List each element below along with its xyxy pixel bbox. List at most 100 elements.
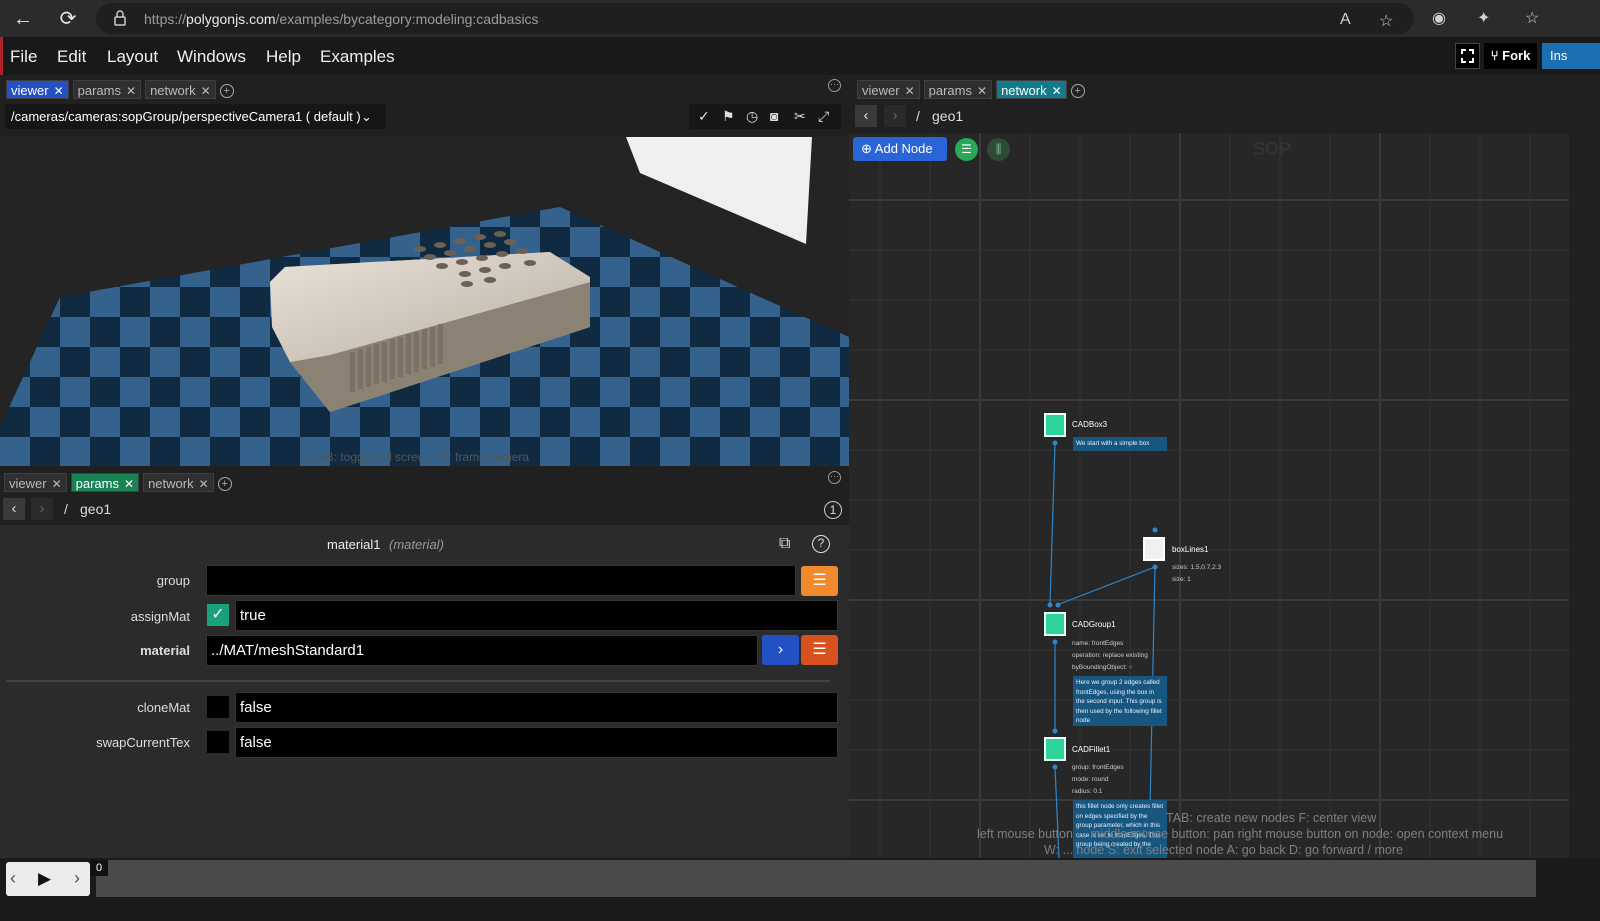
node-cadbox3[interactable] xyxy=(1044,413,1066,437)
clonemat-field[interactable]: false xyxy=(235,692,838,723)
close-icon[interactable]: ✕ xyxy=(52,477,62,491)
camera-select[interactable]: /cameras/cameras:sopGroup/perspectiveCam… xyxy=(5,104,386,129)
menu-edit[interactable]: Edit xyxy=(57,47,86,67)
tab-network[interactable]: network ✕ xyxy=(145,80,216,99)
group-menu-button[interactable]: ☰ xyxy=(801,566,838,596)
ins-button[interactable]: Ins xyxy=(1542,43,1600,69)
address-bar[interactable]: https://polygonjs.com/examples/bycategor… xyxy=(96,3,1414,34)
extensions-icon[interactable]: ✦ xyxy=(1477,8,1490,28)
read-aloud-icon[interactable]: A xyxy=(1340,11,1351,29)
panel-options-icon[interactable]: ··· xyxy=(828,79,841,92)
favorite-star-icon[interactable]: ☆ xyxy=(1379,11,1393,31)
tab-params[interactable]: params ✕ xyxy=(70,473,140,492)
node-param: radius: 0.1 xyxy=(1072,788,1103,795)
params-view-button[interactable]: ⫼ xyxy=(987,138,1010,161)
node-cadfillet1[interactable] xyxy=(1044,737,1066,761)
menu-help[interactable]: Help xyxy=(266,47,301,67)
node-cadgroup1[interactable] xyxy=(1044,612,1066,636)
assignmat-field[interactable]: true xyxy=(235,600,838,631)
clock-icon[interactable]: ◷ xyxy=(746,108,758,125)
node-path[interactable]: geo1 xyxy=(80,501,111,517)
back-button[interactable]: ‹ xyxy=(3,498,25,520)
expand-icon[interactable]: ⤢ xyxy=(818,108,829,125)
timeline-track[interactable] xyxy=(96,860,1536,897)
network-path[interactable]: geo1 xyxy=(932,108,963,124)
node-name-cadfillet1: CADFillet1 xyxy=(1072,745,1111,754)
menu-layout[interactable]: Layout xyxy=(107,47,158,67)
play-button[interactable]: ▶ xyxy=(38,869,51,889)
param-label-material: material xyxy=(140,643,190,658)
tab-params[interactable]: params ✕ xyxy=(72,80,142,99)
chevron-right-icon: › xyxy=(777,641,784,658)
list-view-button[interactable]: ☰ xyxy=(955,138,978,161)
node-param: byBoundingObject: ○ xyxy=(1072,664,1133,671)
close-icon[interactable]: ✕ xyxy=(201,84,211,98)
close-icon[interactable]: ✕ xyxy=(977,84,987,98)
plus-circle-icon: ⊕ xyxy=(861,141,875,156)
chevron-down-icon: ⌄ xyxy=(361,109,372,124)
add-tab-icon[interactable]: + xyxy=(217,476,232,491)
forward-button[interactable]: › xyxy=(884,105,906,127)
close-icon[interactable]: ✕ xyxy=(905,84,915,98)
swapcurrenttex-field[interactable]: false xyxy=(235,727,838,758)
viewer-toolbar: ✓ ⚑ ◷ ◙ ✂ ⤢ xyxy=(689,104,841,129)
fullscreen-button[interactable] xyxy=(1455,43,1480,69)
material-menu-button[interactable]: ☰ xyxy=(801,635,838,665)
check-icon[interactable]: ✓ xyxy=(698,108,710,125)
node-note-cadbox3: We start with a simple box xyxy=(1073,437,1167,451)
tab-network[interactable]: network ✕ xyxy=(996,80,1067,99)
material-field[interactable]: ../MAT/meshStandard1 xyxy=(206,635,758,666)
node-network-editor[interactable]: SOP CADBox3 We start with a simple box b… xyxy=(849,133,1569,858)
flag-icon[interactable]: ⚑ xyxy=(722,108,735,125)
menu-windows[interactable]: Windows xyxy=(177,47,246,67)
node-boxlines1[interactable] xyxy=(1143,537,1165,561)
close-icon[interactable]: ✕ xyxy=(54,84,64,98)
menu-examples[interactable]: Examples xyxy=(320,47,395,67)
node-param: mode: round xyxy=(1072,776,1109,783)
3d-viewport[interactable]: Ctrl+B: toggle full screen / F: frame ca… xyxy=(0,137,849,466)
camera-icon[interactable]: ◙ xyxy=(770,108,778,124)
panel-options-icon[interactable]: ··· xyxy=(828,471,841,484)
go-to-node-button[interactable]: › xyxy=(762,635,799,665)
add-tab-icon[interactable]: + xyxy=(219,83,234,98)
fork-button[interactable]: ⑂ Fork xyxy=(1484,43,1537,69)
help-icon[interactable]: ? xyxy=(812,535,830,553)
tab-viewer[interactable]: viewer ✕ xyxy=(4,473,67,492)
fork-label: Fork xyxy=(1502,48,1531,63)
swapcurrenttex-checkbox[interactable] xyxy=(207,731,229,753)
browser-essentials-icon[interactable]: ◉ xyxy=(1432,8,1446,28)
tab-viewer[interactable]: viewer ✕ xyxy=(857,80,920,99)
check-icon: ✓ xyxy=(211,606,225,623)
node-name-cadbox3: CADBox3 xyxy=(1072,420,1108,429)
list-icon: ☰ xyxy=(961,142,972,156)
network-grid xyxy=(849,133,1569,858)
back-arrow-icon[interactable]: ← xyxy=(10,6,36,32)
favorites-icon[interactable]: ☆ xyxy=(1525,8,1539,28)
reload-icon[interactable]: ⟳ xyxy=(55,6,81,32)
add-node-button[interactable]: ⊕ Add Node xyxy=(853,137,947,161)
clonemat-checkbox[interactable] xyxy=(207,696,229,718)
prev-frame-button[interactable]: ‹ xyxy=(10,868,16,889)
context-label: SOP xyxy=(1253,139,1292,159)
param-label-swapcurrenttex: swapCurrentTex xyxy=(96,735,190,750)
group-field[interactable] xyxy=(206,565,796,596)
close-icon[interactable]: ✕ xyxy=(1052,84,1062,98)
assignmat-checkbox[interactable]: ✓ xyxy=(207,604,229,626)
selection-count-badge: 1 xyxy=(824,501,842,519)
close-icon[interactable]: ✕ xyxy=(126,84,136,98)
add-tab-icon[interactable]: + xyxy=(1070,83,1085,98)
tab-network[interactable]: network ✕ xyxy=(143,473,214,492)
next-frame-button[interactable]: › xyxy=(74,868,80,889)
tab-params[interactable]: params ✕ xyxy=(923,80,993,99)
close-icon[interactable]: ✕ xyxy=(199,477,209,491)
forward-button[interactable]: › xyxy=(31,498,53,520)
tools-icon[interactable]: ✂ xyxy=(794,108,806,125)
close-icon[interactable]: ✕ xyxy=(124,477,134,491)
list-icon: ☰ xyxy=(812,641,827,658)
open-external-icon[interactable]: ⧉ xyxy=(779,535,790,553)
menu-file[interactable]: File xyxy=(10,47,37,67)
sliders-icon: ⫼ xyxy=(995,142,1002,156)
back-button[interactable]: ‹ xyxy=(855,105,877,127)
divider xyxy=(6,680,830,682)
tab-viewer[interactable]: viewer ✕ xyxy=(6,80,69,99)
